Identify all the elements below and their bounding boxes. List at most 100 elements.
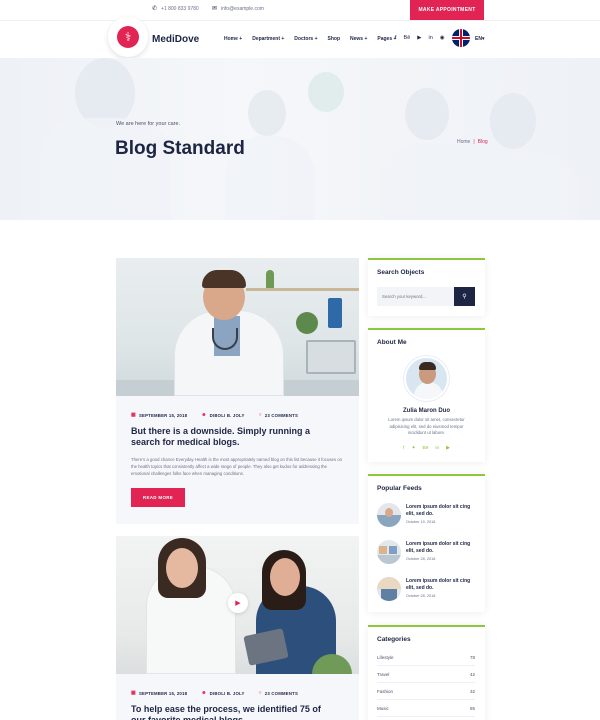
phone-number: +1 800 833 9780: [161, 5, 199, 12]
nav-item-home[interactable]: Home +: [224, 36, 242, 42]
nav-item-news[interactable]: News +: [350, 36, 367, 42]
category-count: 32: [469, 689, 475, 694]
post-author-text: DIBOLI B. JOLY: [209, 690, 245, 696]
monitor: [306, 340, 356, 374]
top-bar: ✆ +1 800 833 9780 ✉ info@example.com MAK…: [0, 0, 600, 20]
behance-icon[interactable]: Bē: [404, 35, 411, 41]
widget-title: About Me: [377, 339, 407, 346]
feed-thumbnail: [377, 540, 401, 564]
post-author[interactable]: ☻ DIBOLI B. JOLY: [201, 412, 244, 418]
behance-icon[interactable]: Bē: [423, 446, 429, 451]
phone-icon: ✆: [152, 6, 158, 12]
user-icon: ☻: [201, 412, 207, 418]
page-hero: We are here for your care. Blog Standard…: [0, 58, 600, 220]
calendar-icon: ▦: [131, 412, 136, 418]
language-selector[interactable]: EN▾: [475, 36, 484, 42]
breadcrumb-home[interactable]: Home: [457, 139, 470, 145]
category-name: Travel: [377, 672, 390, 677]
post-comments-text: 23 COMMENTS: [264, 412, 299, 418]
binder: [328, 298, 342, 328]
header-socials: f Bē ▶ in ◉: [395, 35, 445, 41]
shelf: [246, 288, 359, 291]
blog-post-card: ▦ SEPTEMBER 15, 2018 ☻ DIBOLI B. JOLY ○ 23 …: [116, 258, 359, 524]
caduceus-icon: ⚕: [117, 26, 139, 48]
youtube-icon[interactable]: ▶: [446, 446, 450, 451]
category-item[interactable]: Music 85: [377, 706, 475, 717]
feed-title: Lorem ipsum dolor sit cing elit, sed do.: [406, 578, 471, 591]
facebook-icon[interactable]: f: [395, 35, 397, 41]
phone-contact[interactable]: ✆ +1 800 833 9780: [152, 5, 199, 13]
twitter-icon[interactable]: ✦: [412, 446, 416, 451]
email-address: info@example.com: [221, 5, 264, 12]
nav-item-shop[interactable]: Shop: [328, 36, 341, 42]
category-item[interactable]: Lifestyle 78: [377, 655, 475, 666]
category-item[interactable]: Travel 42: [377, 672, 475, 683]
hero-bg-surgeon-head: [308, 72, 344, 112]
post-title[interactable]: To help ease the process, we identified …: [131, 704, 331, 720]
hero-tagline: We are here for your care.: [116, 121, 181, 127]
feed-item[interactable]: Lorem ipsum dolor sit cing elit, sed do.…: [377, 503, 477, 531]
logo[interactable]: ⚕: [108, 17, 148, 57]
plant: [266, 270, 274, 288]
calendar-icon: ▦: [131, 690, 136, 696]
chevron-down-icon: ▾: [481, 36, 485, 42]
popular-feeds-widget: Popular Feeds Lorem ipsum dolor sit cing…: [368, 474, 485, 612]
search-button[interactable]: ⚲: [454, 287, 475, 306]
post-title[interactable]: But there is a downside. Simply running …: [131, 426, 331, 448]
feed-item[interactable]: Lorem ipsum dolor sit cing elit, sed do.…: [377, 577, 477, 605]
blog-post-card: ▶ ▦ SEPTEMBER 15, 2018 ☻ DIBOLI B. JOLY ○ 2…: [116, 536, 359, 720]
plant: [296, 312, 318, 334]
doctor-hair: [202, 270, 246, 288]
post-comments-text: 23 COMMENTS: [264, 690, 299, 696]
uk-flag-icon[interactable]: [452, 29, 470, 47]
nav-item-doctors[interactable]: Doctors +: [294, 36, 317, 42]
post-image-doctor[interactable]: [116, 258, 359, 396]
user-icon: ☻: [201, 690, 207, 696]
category-name: Lifestyle: [377, 655, 394, 660]
post-author[interactable]: ☻ DIBOLI B. JOLY: [201, 690, 244, 696]
main-header: ⚕ MediDove Home + Department + Doctors +…: [0, 17, 600, 58]
brand-name[interactable]: MediDove: [152, 34, 199, 45]
main-nav: Home + Department + Doctors + Shop News …: [224, 36, 396, 42]
search-input[interactable]: [377, 287, 454, 306]
make-appointment-button[interactable]: MAKE APPOINTMENT: [410, 0, 484, 20]
post-meta: ▦ SEPTEMBER 15, 2018 ☻ DIBOLI B. JOLY ○ 23 …: [131, 690, 298, 696]
feed-date: October 28, 2018: [406, 594, 436, 598]
youtube-icon[interactable]: ▶: [417, 35, 421, 41]
play-icon[interactable]: ▶: [228, 593, 248, 613]
search-widget: Search Objects ⚲: [368, 258, 485, 316]
linkedin-icon[interactable]: in: [429, 35, 433, 41]
category-item[interactable]: Fashion 32: [377, 689, 475, 700]
post-image-doctors-tablet[interactable]: ▶: [116, 536, 359, 674]
post-comments[interactable]: ○ 23 COMMENTS: [259, 412, 298, 418]
widget-title: Popular Feeds: [377, 485, 422, 492]
about-name: Zulia Maron Duo: [403, 408, 450, 414]
about-text: Lorem ipsum dolor sit amet, consectetur …: [388, 417, 465, 435]
email-contact[interactable]: ✉ info@example.com: [212, 5, 264, 13]
search-icon: ⚲: [462, 294, 467, 300]
post-date-text: SEPTEMBER 15, 2018: [138, 690, 188, 696]
hero-bg-doctor3-body: [470, 153, 580, 220]
post-date[interactable]: ▦ SEPTEMBER 15, 2018: [131, 690, 187, 696]
facebook-icon[interactable]: f: [403, 446, 404, 451]
category-count: 78: [469, 655, 475, 660]
mail-icon: ✉: [212, 6, 218, 12]
dribbble-icon[interactable]: ◉: [440, 35, 445, 41]
feed-date: October 28, 2018: [406, 557, 436, 561]
category-count: 42: [469, 672, 475, 677]
read-more-button[interactable]: READ MORE: [131, 488, 185, 507]
nav-item-pages[interactable]: Pages +: [377, 36, 396, 42]
doctor-face-front: [166, 548, 198, 588]
feed-item[interactable]: Lorem ipsum dolor sit cing elit, sed do.…: [377, 540, 477, 568]
nav-item-department[interactable]: Department +: [252, 36, 284, 42]
patient-face: [270, 558, 300, 596]
feed-thumbnail: [377, 503, 401, 527]
widget-title: Search Objects: [377, 269, 425, 276]
hero-bg-doctor3-head: [490, 93, 536, 149]
hero-bg-nurse-head: [248, 90, 286, 136]
post-date[interactable]: ▦ SEPTEMBER 15, 2018: [131, 412, 187, 418]
linkedin-icon[interactable]: in: [435, 446, 439, 451]
hero-bg-doctor2-head: [405, 88, 449, 140]
widget-title: Categories: [377, 636, 411, 643]
post-comments[interactable]: ○ 23 COMMENTS: [259, 690, 298, 696]
